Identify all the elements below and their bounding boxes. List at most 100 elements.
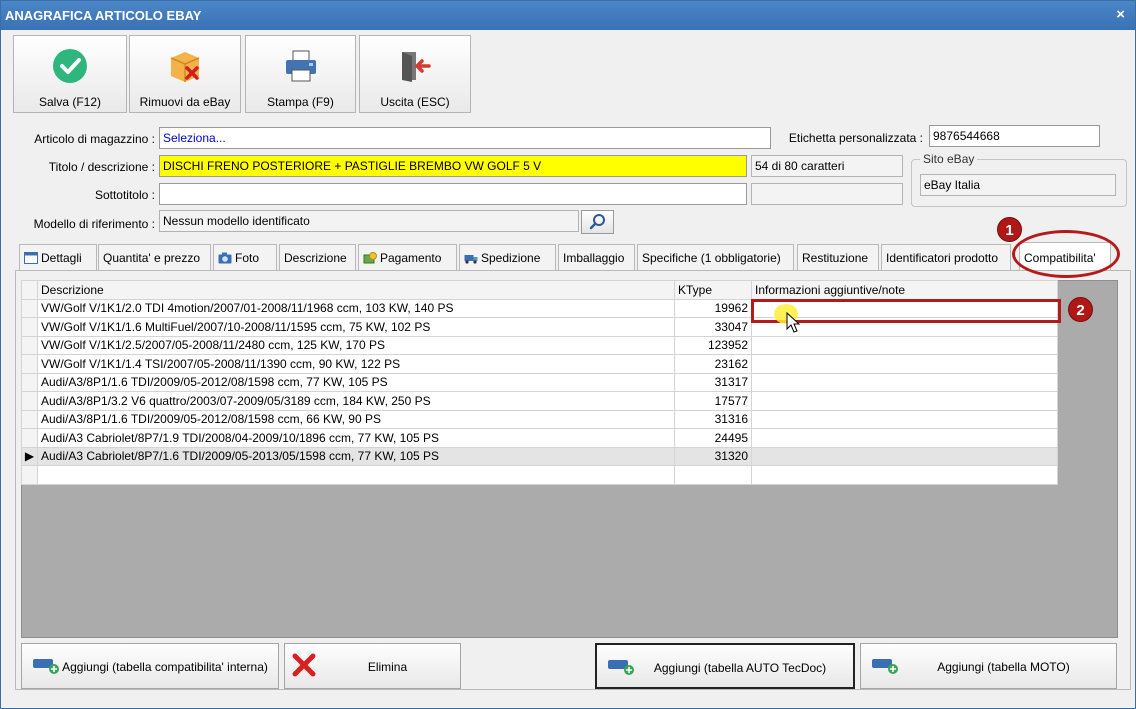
- tab-label: Imballaggio: [563, 251, 625, 265]
- add-tecdoc-label: Aggiungi (tabella AUTO TecDoc): [653, 661, 827, 675]
- cell-note[interactable]: [751, 391, 1058, 411]
- delete-button[interactable]: Elimina: [284, 643, 461, 689]
- exit-button-label: Uscita (ESC): [380, 95, 450, 109]
- tab-dettagli[interactable]: Dettagli: [19, 244, 97, 270]
- cell-ktype[interactable]: 17577: [674, 391, 752, 411]
- table-row[interactable]: Audi/A3/8P1/1.6 TDI/2009/05-2012/08/1598…: [21, 409, 1058, 429]
- cell-ktype[interactable]: 24495: [674, 428, 752, 448]
- cell-ktype[interactable]: 23162: [674, 354, 752, 374]
- tab-quantita-prezzo[interactable]: Quantita' e prezzo: [98, 244, 211, 270]
- empty-cell[interactable]: [674, 465, 752, 485]
- cell-descrizione[interactable]: Audi/A3/8P1/1.6 TDI/2009/05-2012/08/1598…: [37, 372, 675, 392]
- annotation-ellipse: [1012, 230, 1120, 278]
- empty-cell[interactable]: [21, 465, 38, 485]
- row-selector[interactable]: [21, 335, 38, 355]
- title-bar: ANAGRAFICA ARTICOLO EBAY ×: [1, 1, 1135, 30]
- tab-identificatori[interactable]: Identificatori prodotto: [881, 244, 1011, 270]
- exit-button[interactable]: Uscita (ESC): [359, 35, 471, 113]
- articolo-label: Articolo di magazzino :: [34, 132, 155, 146]
- cell-note[interactable]: [751, 335, 1058, 355]
- row-selector[interactable]: ▶: [21, 446, 38, 466]
- close-icon[interactable]: ×: [1116, 6, 1125, 23]
- cell-descrizione[interactable]: VW/Golf V/1K1/1.4 TSI/2007/05-2008/11/13…: [37, 354, 675, 374]
- callout-badge-2: 2: [1068, 297, 1093, 322]
- cell-descrizione[interactable]: VW/Golf V/1K1/1.6 MultiFuel/2007/10-2008…: [37, 317, 675, 337]
- etichetta-input[interactable]: 9876544668: [929, 125, 1100, 147]
- tab-spedizione[interactable]: Spedizione: [459, 244, 556, 270]
- table-header-row: Descrizione KType Informazioni aggiuntiv…: [21, 280, 1058, 300]
- cell-ktype[interactable]: 123952: [674, 335, 752, 355]
- cell-note[interactable]: [751, 372, 1058, 392]
- cell-ktype[interactable]: 31320: [674, 446, 752, 466]
- table-row-empty[interactable]: [21, 465, 1058, 485]
- cell-ktype[interactable]: 31316: [674, 409, 752, 429]
- cell-descrizione[interactable]: Audi/A3/8P1/3.2 V6 quattro/2003/07-2009/…: [37, 391, 675, 411]
- cell-ktype[interactable]: 19962: [674, 298, 752, 318]
- titolo-input[interactable]: DISCHI FRENO POSTERIORE + PASTIGLIE BREM…: [159, 155, 747, 177]
- tab-restituzione[interactable]: Restituzione: [797, 244, 879, 270]
- tab-label: Quantita' e prezzo: [103, 251, 201, 265]
- print-button[interactable]: Stampa (F9): [245, 35, 356, 113]
- check-icon: [53, 49, 87, 83]
- save-button-label: Salva (F12): [38, 95, 102, 109]
- row-selector[interactable]: [21, 391, 38, 411]
- sito-ebay-title: Sito eBay: [920, 152, 978, 166]
- sottotitolo-input[interactable]: [159, 183, 747, 205]
- tab-label: Descrizione: [284, 251, 347, 265]
- tab-pagamento[interactable]: Pagamento: [358, 244, 457, 270]
- window-title: ANAGRAFICA ARTICOLO EBAY: [5, 8, 202, 23]
- add-internal-label: Aggiungi (tabella compatibilita' interna…: [62, 660, 268, 674]
- cell-descrizione[interactable]: Audi/A3 Cabriolet/8P7/1.6 TDI/2009/05-20…: [37, 446, 675, 466]
- remove-from-ebay-button[interactable]: Rimuovi da eBay: [129, 35, 241, 113]
- tab-foto[interactable]: Foto: [213, 244, 277, 270]
- row-selector[interactable]: [21, 317, 38, 337]
- cell-descrizione[interactable]: Audi/A3 Cabriolet/8P7/1.9 TDI/2008/04-20…: [37, 428, 675, 448]
- cell-note[interactable]: [751, 409, 1058, 429]
- sottotitolo-char-count: [751, 183, 903, 205]
- tab-descrizione[interactable]: Descrizione: [279, 244, 356, 270]
- tab-label: Restituzione: [802, 251, 869, 265]
- table-row[interactable]: ▶ Audi/A3 Cabriolet/8P7/1.6 TDI/2009/05-2…: [21, 446, 1058, 466]
- remove-button-label: Rimuovi da eBay: [139, 95, 231, 109]
- cell-descrizione[interactable]: VW/Golf V/1K1/2.0 TDI 4motion/2007/01-20…: [37, 298, 675, 318]
- add-tecdoc-auto-button[interactable]: Aggiungi (tabella AUTO TecDoc): [595, 643, 855, 689]
- table-icon: [24, 252, 38, 264]
- cell-note[interactable]: [751, 428, 1058, 448]
- column-header-ktype[interactable]: KType: [674, 280, 752, 300]
- delete-x-icon: [292, 653, 316, 677]
- table-row[interactable]: VW/Golf V/1K1/1.4 TSI/2007/05-2008/11/13…: [21, 354, 1058, 374]
- tab-label: Specifiche (1 obbligatorie): [642, 251, 781, 265]
- sito-ebay-group: Sito eBay eBay Italia: [911, 152, 1127, 207]
- row-selector[interactable]: [21, 428, 38, 448]
- table-row[interactable]: Audi/A3 Cabriolet/8P7/1.9 TDI/2008/04-20…: [21, 428, 1058, 448]
- cell-ktype[interactable]: 31317: [674, 372, 752, 392]
- table-row[interactable]: Audi/A3/8P1/3.2 V6 quattro/2003/07-2009/…: [21, 391, 1058, 411]
- modello-search-button[interactable]: [581, 210, 614, 234]
- cell-ktype[interactable]: 33047: [674, 317, 752, 337]
- sottotitolo-label: Sottotitolo :: [94, 188, 155, 202]
- column-header-note[interactable]: Informazioni aggiuntive/note: [751, 280, 1058, 300]
- row-selector[interactable]: [21, 354, 38, 374]
- cell-descrizione[interactable]: VW/Golf V/1K1/2.5/2007/05-2008/11/2480 c…: [37, 335, 675, 355]
- row-selector[interactable]: [21, 409, 38, 429]
- etichetta-label: Etichetta personalizzata :: [788, 131, 923, 145]
- tab-imballaggio[interactable]: Imballaggio: [558, 244, 635, 270]
- row-selector[interactable]: [21, 372, 38, 392]
- tab-label: Dettagli: [41, 251, 82, 265]
- table-row[interactable]: Audi/A3/8P1/1.6 TDI/2009/05-2012/08/1598…: [21, 372, 1058, 392]
- tab-specifiche[interactable]: Specifiche (1 obbligatorie): [637, 244, 794, 270]
- empty-cell[interactable]: [37, 465, 675, 485]
- row-selector[interactable]: [21, 298, 38, 318]
- add-moto-button[interactable]: Aggiungi (tabella MOTO): [860, 643, 1117, 689]
- save-button[interactable]: Salva (F12): [13, 35, 127, 113]
- cell-note[interactable]: [751, 446, 1058, 466]
- articolo-select[interactable]: Seleziona...: [159, 127, 771, 149]
- cell-note[interactable]: [751, 354, 1058, 374]
- empty-cell[interactable]: [751, 465, 1058, 485]
- ebay-article-window: ANAGRAFICA ARTICOLO EBAY × Salva (F12) R…: [0, 0, 1136, 709]
- tab-label: Identificatori prodotto: [886, 251, 999, 265]
- add-internal-compat-button[interactable]: Aggiungi (tabella compatibilita' interna…: [21, 643, 279, 689]
- table-row[interactable]: VW/Golf V/1K1/2.5/2007/05-2008/11/2480 c…: [21, 335, 1058, 355]
- cell-descrizione[interactable]: Audi/A3/8P1/1.6 TDI/2009/05-2012/08/1598…: [37, 409, 675, 429]
- column-header-descrizione[interactable]: Descrizione: [37, 280, 675, 300]
